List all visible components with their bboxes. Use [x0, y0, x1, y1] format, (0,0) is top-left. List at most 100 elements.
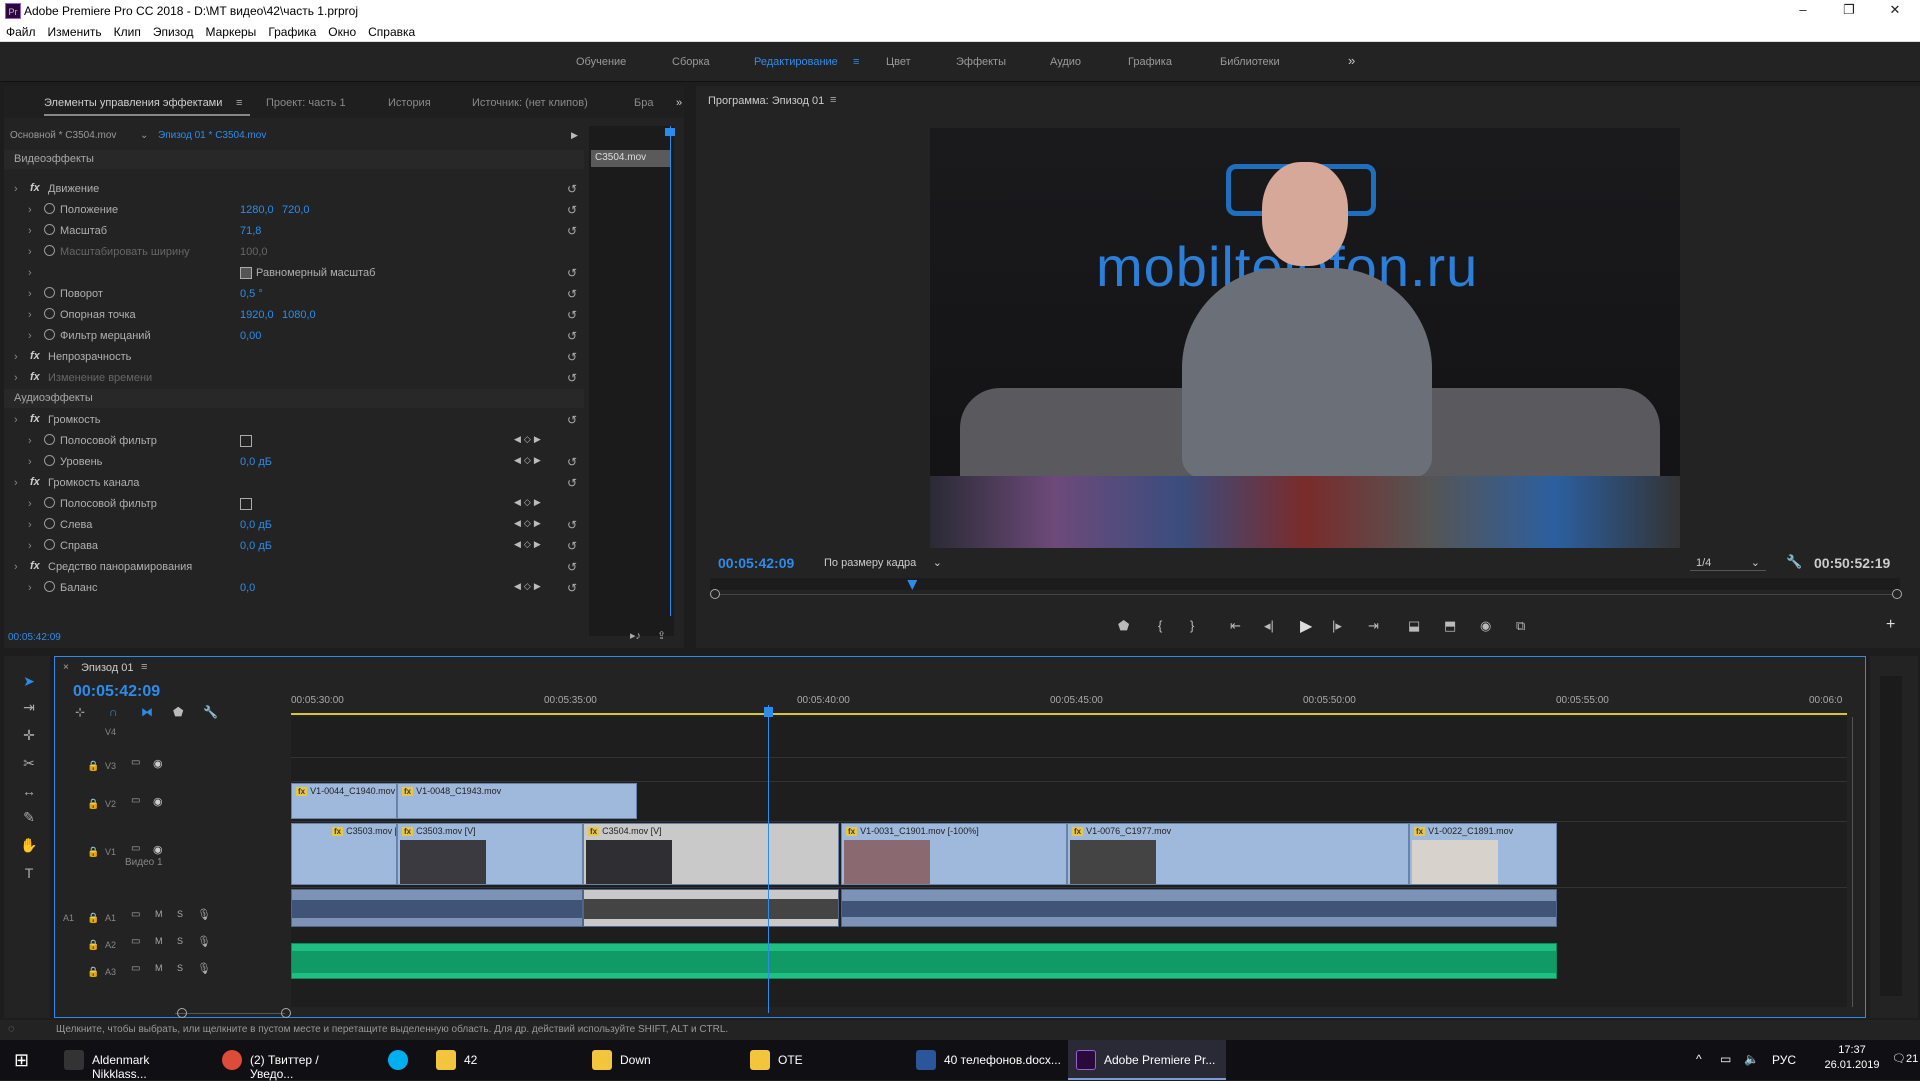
track-lock-icon[interactable]: 🔒 [87, 799, 99, 810]
effect-row[interactable]: › Уровень 0,0 дБ ◀◇▶ ↺ [4, 452, 584, 473]
reset-icon[interactable]: ↺ [567, 539, 577, 553]
clip-v1-2[interactable]: fx C3503.mov [V] [397, 823, 583, 885]
track-lock-icon[interactable]: 🔒 [87, 761, 99, 772]
mark-in-icon[interactable]: { [1158, 618, 1162, 633]
effect-row[interactable]: › fx Средство панорамирования ↺ [4, 557, 584, 578]
taskbar-item-chrome[interactable]: (2) Твиттер / Уведо... [214, 1040, 364, 1081]
battery-icon[interactable]: ▭ [1720, 1052, 1731, 1066]
effect-row[interactable]: › Масштабировать ширину 100,0 [4, 242, 584, 263]
expand-arrow-icon[interactable]: › [14, 351, 18, 363]
tray-arrow-icon[interactable]: ^ [1696, 1052, 1702, 1066]
clip-v1-1[interactable]: fxC3503.mov [V] [291, 823, 397, 885]
start-button[interactable]: ⊞ [0, 1040, 46, 1080]
effect-mini-timeline[interactable]: C3504.mov [589, 126, 675, 636]
selection-tool-icon[interactable]: ➤ [18, 670, 40, 692]
toggle-sync-lock-icon[interactable]: ▭ [131, 757, 140, 768]
workspace-graphics[interactable]: Графика [1128, 56, 1172, 68]
workspace-editing[interactable]: Редактирование [754, 56, 838, 68]
hand-tool-icon[interactable]: ✋ [18, 834, 40, 856]
timeline-h-scrollbar[interactable] [175, 1013, 285, 1014]
expand-arrow-icon[interactable]: › [14, 561, 18, 573]
menu-sequence[interactable]: Эпизод [147, 22, 200, 39]
expand-arrow-icon[interactable]: › [28, 267, 32, 279]
expand-arrow-icon[interactable]: › [14, 372, 18, 384]
workspace-menu-icon[interactable]: ≡ [853, 56, 859, 68]
toggle-sync-lock-icon[interactable]: ▭ [131, 843, 140, 854]
audio-clip-a1-2-selected[interactable] [583, 889, 839, 927]
expand-arrow-icon[interactable]: › [28, 330, 32, 342]
expand-arrow-icon[interactable]: › [28, 435, 32, 447]
h-scroll-right-handle[interactable] [281, 1008, 291, 1018]
reset-icon[interactable]: ↺ [567, 203, 577, 217]
sequence-tab[interactable]: Эпизод 01 [81, 662, 134, 674]
stopwatch-icon[interactable] [44, 581, 55, 592]
effect-row[interactable]: › Равномерный масштаб ↺ [4, 263, 584, 284]
export-frame-icon[interactable]: ◉ [1480, 618, 1491, 634]
stopwatch-icon[interactable] [44, 308, 55, 319]
effect-value[interactable]: 0,0 дБ [240, 456, 272, 468]
menu-edit[interactable]: Изменить [42, 22, 108, 39]
program-video-frame[interactable]: mobiltelefon.ru [930, 128, 1680, 548]
clip-v2-1[interactable]: fx V1-0044_C1940.mov [291, 783, 397, 819]
menu-file[interactable]: Файл [0, 22, 42, 39]
workspace-learning[interactable]: Обучение [576, 56, 626, 68]
expand-arrow-icon[interactable]: › [28, 204, 32, 216]
effect-value-2[interactable]: 720,0 [282, 204, 310, 216]
effect-value[interactable]: 0,0 дБ [240, 519, 272, 531]
program-zoom-bar[interactable] [710, 594, 1900, 595]
effect-value-2[interactable]: 1080,0 [282, 309, 316, 321]
expand-arrow-icon[interactable]: › [14, 183, 18, 195]
keyframe-nav-icon[interactable]: ◀◇▶ [514, 497, 544, 508]
audio-clip-a3-music[interactable] [291, 943, 1557, 979]
clip-v1-6[interactable]: fx V1-0022_C1891.mov [1409, 823, 1557, 885]
fx-icon[interactable]: fx [30, 182, 40, 194]
timeline-timecode[interactable]: 00:05:42:09 [73, 683, 160, 701]
keyframe-nav-icon[interactable]: ◀◇▶ [514, 434, 544, 445]
stopwatch-icon[interactable] [44, 497, 55, 508]
toggle-sync-lock-icon[interactable]: ▭ [131, 963, 140, 974]
effect-row[interactable]: › Слева 0,0 дБ ◀◇▶ ↺ [4, 515, 584, 536]
step-forward-icon[interactable]: |▸ [1332, 618, 1342, 634]
reset-icon[interactable]: ↺ [567, 476, 577, 490]
solo-track-button[interactable]: S [177, 963, 183, 973]
notification-icon[interactable]: 🗨21 [1892, 1052, 1918, 1065]
solo-track-button[interactable]: S [177, 909, 183, 919]
effect-timecode[interactable]: 00:05:42:09 [8, 632, 61, 643]
track-lock-icon[interactable]: 🔒 [87, 847, 99, 858]
track-lock-icon[interactable]: 🔒 [87, 940, 99, 951]
voice-over-record-icon[interactable]: 🎙 [197, 935, 211, 948]
stopwatch-icon[interactable] [44, 245, 55, 256]
expand-arrow-icon[interactable]: › [28, 540, 32, 552]
effect-row[interactable]: › fx Громкость ↺ [4, 410, 584, 431]
keyframe-nav-icon[interactable]: ◀◇▶ [514, 518, 544, 529]
razor-tool-icon[interactable]: ✂ [18, 752, 40, 774]
mute-track-button[interactable]: M [155, 909, 163, 919]
mini-timeline-clip[interactable]: C3504.mov [591, 150, 671, 167]
program-menu-icon[interactable]: ≡ [830, 94, 836, 106]
expand-arrow-icon[interactable]: › [14, 477, 18, 489]
add-marker-icon[interactable]: ⬟ [1118, 618, 1129, 634]
effect-value[interactable]: 0,0 [240, 582, 255, 594]
source-clip-label[interactable]: Основной * C3504.mov [10, 130, 116, 141]
h-scroll-left-handle[interactable] [177, 1008, 187, 1018]
extract-icon[interactable]: ⬒ [1444, 618, 1456, 634]
quality-dropdown[interactable]: 1/4 ⌄ [1690, 555, 1766, 571]
nest-icon[interactable]: ⊹ [75, 705, 85, 719]
workspace-assembly[interactable]: Сборка [672, 56, 710, 68]
effect-row[interactable]: › fx Громкость канала ↺ [4, 473, 584, 494]
clip-v1-3-selected[interactable]: fx C3504.mov [V] [583, 823, 839, 885]
minimize-button[interactable]: – [1780, 2, 1826, 17]
fx-icon[interactable]: fx [30, 350, 40, 362]
menu-graphics[interactable]: Графика [262, 22, 322, 39]
expand-arrow-icon[interactable]: › [28, 288, 32, 300]
effect-row[interactable]: › Фильтр мерцаний 0,00 ↺ [4, 326, 584, 347]
mute-track-button[interactable]: M [155, 963, 163, 973]
fx-icon[interactable]: fx [30, 476, 40, 488]
expand-arrow-icon[interactable]: › [28, 456, 32, 468]
effect-row[interactable]: › Баланс 0,0 ◀◇▶ ↺ [4, 578, 584, 599]
expand-arrow-icon[interactable]: › [28, 498, 32, 510]
toggle-sync-lock-icon[interactable]: ▭ [131, 936, 140, 947]
taskbar-item-folder-ote[interactable]: OTE [742, 1040, 892, 1080]
step-back-icon[interactable]: ◂| [1264, 618, 1274, 634]
effect-row[interactable]: › Поворот 0,5 ° ↺ [4, 284, 584, 305]
